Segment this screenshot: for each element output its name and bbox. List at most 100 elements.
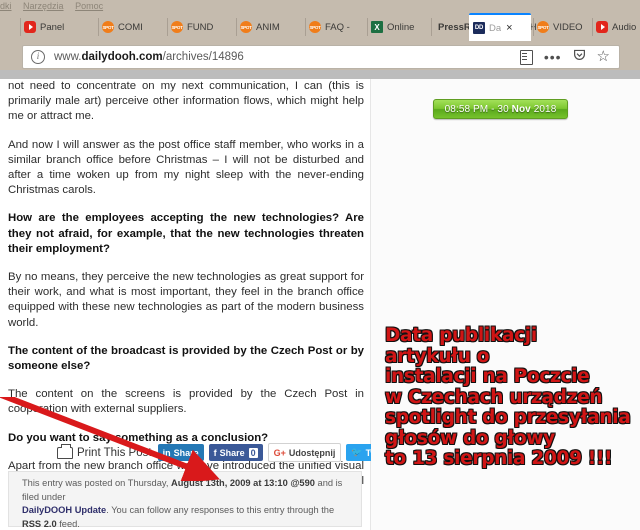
print-label: Print This Post [77, 446, 152, 459]
url-path: /archives/14896 [162, 51, 244, 63]
tab-video[interactable]: SPOT VIDEO [533, 13, 590, 41]
tab-label: FUND [187, 21, 214, 33]
facebook-count: 0 [248, 447, 258, 458]
googleplus-icon: G+ [273, 447, 286, 458]
tab-fund[interactable]: SPOT FUND [167, 13, 234, 41]
page-top-strip [0, 70, 640, 79]
googleplus-label: Udostępnij [288, 447, 336, 458]
tab-separator [20, 18, 21, 36]
pocket-icon[interactable] [573, 48, 586, 66]
meta-rss-link[interactable]: RSS 2.0 [22, 519, 57, 529]
youtube-favicon [24, 21, 36, 33]
tab-label: VIDEO [553, 21, 583, 33]
dailydooh-favicon: DD [473, 22, 485, 34]
address-bar[interactable]: i www.dailydooh.com/archives/14896 ••• ☆ [22, 45, 620, 69]
menu-item-narzedzia[interactable]: Narzędzia [23, 1, 64, 11]
meta-category-link[interactable]: DailyDOOH Update [22, 505, 106, 515]
tab-strip: Panel SPOT COMI SPOT FUND SPOT ANIM SPOT [0, 13, 640, 41]
tab-panel[interactable]: Panel [20, 13, 95, 41]
tab-separator [592, 18, 593, 36]
linkedin-label: Share [173, 447, 199, 458]
orange-spot-favicon: SPOT [102, 21, 114, 33]
annotation-line: w Czechach urządzeń [385, 386, 603, 408]
tab-dailydooh-active[interactable]: DD Da × [469, 13, 531, 41]
excel-favicon: X [371, 21, 383, 33]
annotation-line: Data publikacji [385, 325, 537, 346]
orange-spot-favicon: SPOT [171, 21, 183, 33]
article-question: The content of the broadcast is provided… [8, 344, 364, 373]
info-icon[interactable]: i [31, 50, 45, 64]
address-bar-icons: ••• ☆ [519, 48, 610, 66]
entry-meta-box: This entry was posted on Thursday, Augus… [8, 471, 362, 530]
annotation-line: instalacji na Poczcie [385, 366, 590, 387]
badge-time: 08:58 PM [444, 103, 489, 115]
printer-icon [57, 443, 73, 459]
timestamp-badge: 08:58 PM - 30 Nov 2018 [433, 99, 568, 119]
tab-faq[interactable]: SPOT FAQ - [305, 13, 365, 41]
tab-label: Online [387, 21, 415, 33]
meta-line-2: DailyDOOH Update. You can follow any res… [9, 504, 361, 530]
screenshot-root: dki Narzędzia Pomoc Panel SPOT COMI SPOT… [0, 0, 640, 530]
print-this-post-button[interactable]: Print This Post [57, 443, 152, 459]
tab-comi[interactable]: SPOT COMI [98, 13, 165, 41]
url-text: www.dailydooh.com/archives/14896 [54, 51, 244, 63]
article-paragraph: The content on the screens is provided b… [8, 388, 364, 416]
orange-spot-favicon: SPOT [537, 21, 549, 33]
twitter-bird-icon: 🐦 [351, 447, 363, 457]
orange-spot-favicon: SPOT [309, 21, 321, 33]
tab-label: ANIM [256, 21, 280, 33]
youtube-favicon [596, 21, 608, 33]
tab-separator [236, 18, 237, 36]
badge-day: 30 [497, 103, 512, 115]
meta-prefix: This entry was posted on Thursday, [22, 478, 171, 488]
tab-separator [98, 18, 99, 36]
tab-label: Audio [612, 21, 637, 33]
linkedin-share-button[interactable]: in Share [157, 444, 204, 461]
tab-label: Panel [40, 21, 65, 33]
tab-separator [167, 18, 168, 36]
badge-year: 2018 [530, 103, 557, 115]
meta-text: feed. [56, 518, 80, 529]
facebook-share-button[interactable]: f Share 0 [208, 444, 263, 461]
tab-separator [431, 18, 432, 36]
tab-separator [367, 18, 368, 36]
tab-label: COMI [118, 21, 143, 33]
annotation-line: to 13 sierpnia 2009 !!! [385, 448, 613, 469]
facebook-label: Share [219, 447, 245, 458]
reader-view-icon[interactable] [519, 49, 533, 65]
page-viewport: not need to concentrate on my next commu… [0, 70, 640, 530]
share-buttons-row: Print This Post in Share f Share 0 G+ Ud… [57, 443, 396, 462]
page-actions-icon[interactable]: ••• [544, 50, 562, 64]
meta-post-date: August 13th, 2009 at 13:10 @590 [171, 478, 315, 488]
star-icon[interactable]: ☆ [597, 49, 610, 64]
linkedin-icon: in [162, 447, 171, 458]
article-paragraph: By no means, they perceive the new techn… [8, 271, 364, 329]
tab-online[interactable]: X Online [367, 13, 429, 41]
menu-item-zakladki[interactable]: dki [0, 1, 12, 11]
close-icon[interactable]: × [506, 22, 512, 34]
menu-item-pomoc[interactable]: Pomoc [75, 1, 103, 11]
tab-label: Da [489, 22, 502, 34]
article-paragraph: not need to concentrate on my next commu… [8, 80, 364, 123]
googleplus-share-button[interactable]: G+ Udostępnij [267, 443, 342, 462]
timestamp-text: 08:58 PM - 30 Nov 2018 [445, 104, 557, 115]
tab-separator [305, 18, 306, 36]
sidebar-column: 08:58 PM - 30 Nov 2018 Data publikacji a… [371, 79, 640, 530]
tab-audio[interactable]: Audio [592, 13, 640, 41]
badge-month: Nov [511, 103, 531, 115]
url-prefix: www. [54, 51, 82, 63]
browser-chrome: dki Narzędzia Pomoc Panel SPOT COMI SPOT… [0, 0, 640, 70]
article-question: How are the employees accepting the new … [8, 212, 364, 255]
facebook-icon: f [213, 447, 217, 458]
red-annotation-text: Data publikacji artykułu o instalacji na… [385, 325, 637, 470]
annotation-line: artykułu o [385, 345, 490, 367]
annotation-line: głosów do głowy [385, 427, 555, 449]
tab-separator [533, 18, 534, 36]
tab-anim[interactable]: SPOT ANIM [236, 13, 303, 41]
article-column: not need to concentrate on my next commu… [0, 79, 396, 530]
orange-spot-favicon: SPOT [240, 21, 252, 33]
meta-text: . You can follow any responses to this e… [106, 505, 335, 516]
meta-line-1: This entry was posted on Thursday, Augus… [9, 477, 361, 504]
annotation-line: spotlight do przesyłania [385, 407, 631, 428]
article-paragraph: And now I will answer as the post office… [8, 138, 364, 197]
